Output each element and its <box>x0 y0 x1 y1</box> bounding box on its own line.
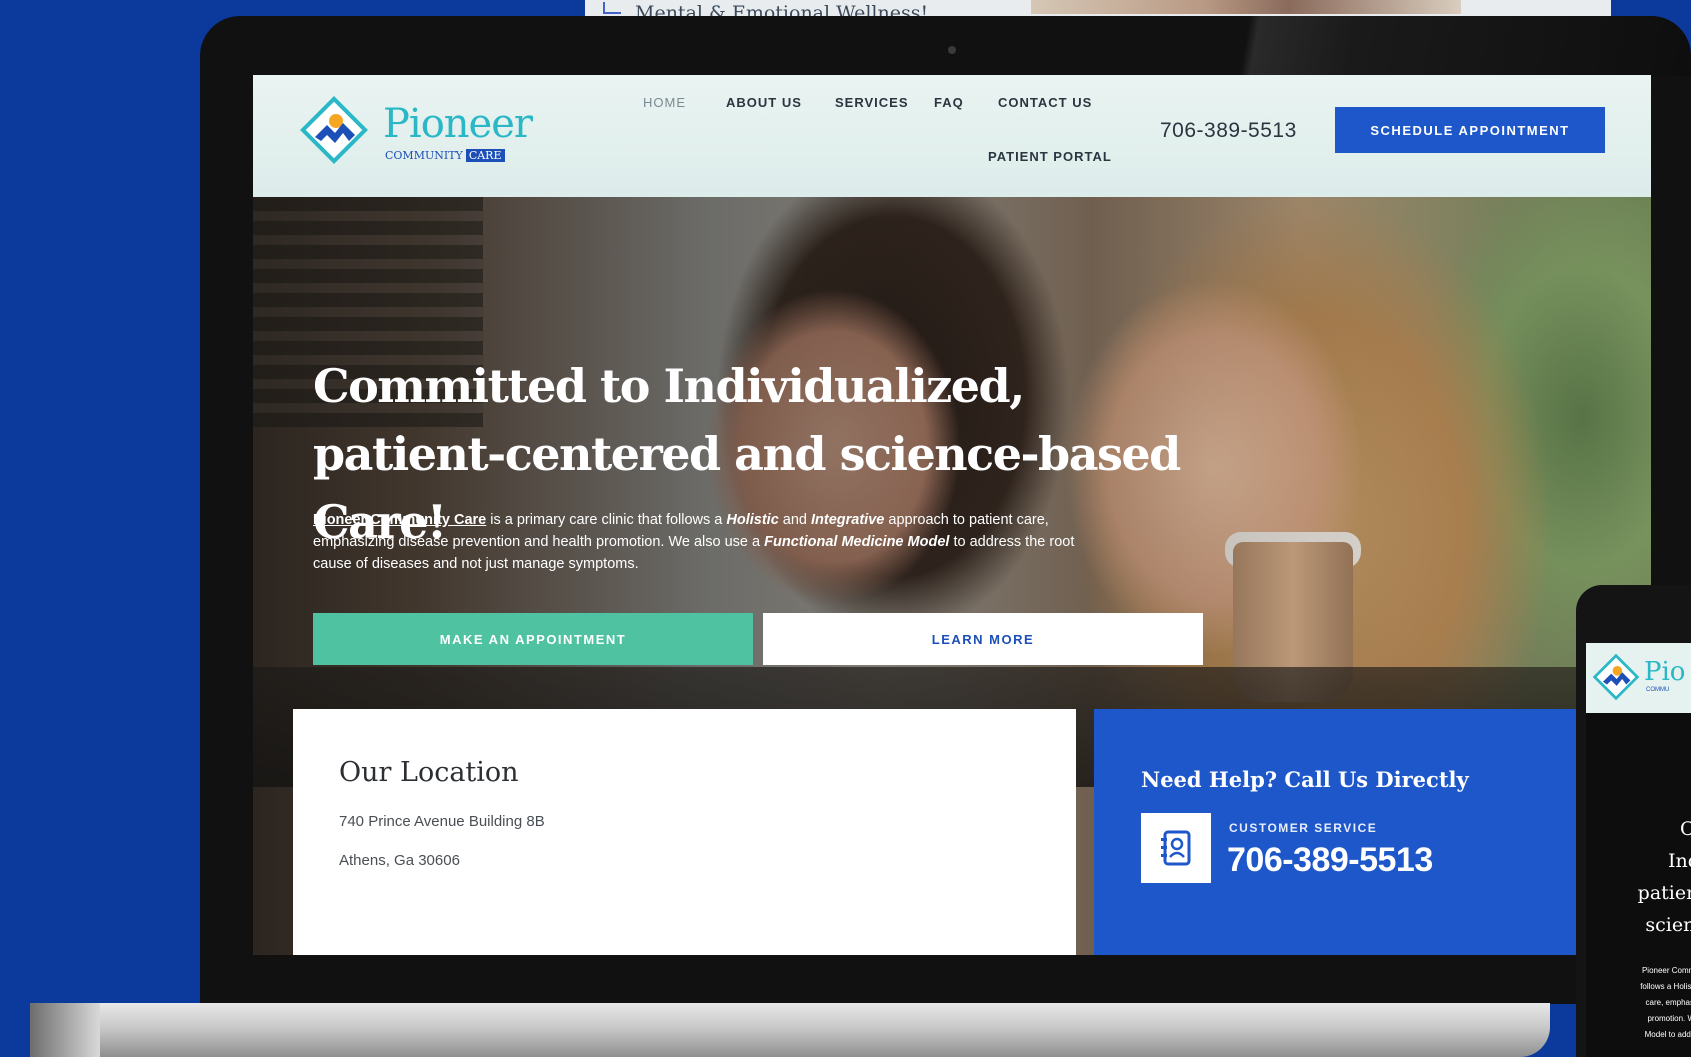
phone-screen: Pio COMMU Co Indi patient scienc Pioneer… <box>1586 643 1691 1057</box>
logo-care-badge: CARE <box>465 149 505 162</box>
phone-title-line: scienc <box>1645 914 1691 936</box>
nav-faq[interactable]: FAQ <box>934 95 964 110</box>
contact-book-svg <box>1161 830 1191 866</box>
camera-icon <box>948 46 956 54</box>
nav-home[interactable]: HOME <box>643 95 686 110</box>
address-line-2: Athens, Ga 30606 <box>339 852 460 869</box>
hero-body-part-1: is a primary care clinic that follows a <box>486 512 727 528</box>
phone-body-line: follows a Holistic a <box>1640 982 1691 991</box>
phone-hero-title: Co Indi patient scienc <box>1586 813 1691 941</box>
laptop-base-edge <box>30 1003 100 1057</box>
help-card: Need Help? Call Us Directly CUSTOMER SER… <box>1094 709 1651 955</box>
laptop-base <box>30 1003 1550 1057</box>
schedule-appointment-button[interactable]: SCHEDULE APPOINTMENT <box>1335 107 1605 153</box>
phone-body-line: promotion. We a <box>1647 1014 1691 1023</box>
logo-mark-icon <box>300 96 368 164</box>
phone-title-line: patient <box>1637 882 1691 904</box>
customer-service-phone[interactable]: 706-389-5513 <box>1227 841 1433 880</box>
phone-title-line: Co <box>1680 818 1691 840</box>
location-title: Our Location <box>339 757 519 788</box>
customer-service-label: CUSTOMER SERVICE <box>1229 821 1378 835</box>
logo-sub-text: COMMUNITY <box>385 149 463 162</box>
header-phone-number[interactable]: 706-389-5513 <box>1160 119 1297 143</box>
backdrop-photo <box>1031 0 1461 14</box>
contact-book-icon <box>1141 813 1211 883</box>
laptop-mockup: Pioneer COMMUNITY CARE HOME ABOUT US SERV… <box>200 16 1691 1021</box>
phone-body-line: Model to address <box>1644 1030 1691 1039</box>
phone-logo-wordmark: Pio <box>1644 657 1686 687</box>
hero-holistic: Holistic <box>726 512 779 528</box>
learn-more-button[interactable]: LEARN MORE <box>763 613 1203 665</box>
phone-logo-subtitle: COMMU <box>1646 687 1670 693</box>
nav-contact-us[interactable]: CONTACT US <box>998 95 1092 110</box>
nav-patient-portal[interactable]: PATIENT PORTAL <box>988 149 1112 164</box>
site-header: Pioneer COMMUNITY CARE HOME ABOUT US SERV… <box>253 75 1651 197</box>
backdrop-page-strip: Mental & Emotional Wellness! <box>585 0 1611 16</box>
hero-functional-medicine: Functional Medicine Model <box>764 534 950 550</box>
hero-integrative: Integrative <box>811 512 885 528</box>
checkbox-icon <box>603 2 621 14</box>
hero-title-line-1: Committed to Individualized, <box>313 359 1025 413</box>
phone-logo-icon <box>1592 653 1640 701</box>
hero-description: Pioneer Community Care is a primary care… <box>313 509 1113 575</box>
nav-services[interactable]: SERVICES <box>835 95 909 110</box>
laptop-screen: Pioneer COMMUNITY CARE HOME ABOUT US SERV… <box>253 75 1651 955</box>
phone-body-line: Pioneer Communi <box>1641 966 1691 975</box>
phone-site-header: Pio COMMU <box>1586 643 1691 713</box>
backdrop-partial-text: Mental & Emotional Wellness! <box>635 2 929 16</box>
hero-brand-link[interactable]: Pioneer Community Care <box>313 512 486 528</box>
laptop-reflection <box>1211 16 1691 76</box>
nav-about-us[interactable]: ABOUT US <box>726 95 802 110</box>
location-card: Our Location 740 Prince Avenue Building … <box>293 709 1076 955</box>
logo-subtitle: COMMUNITY CARE <box>385 149 505 162</box>
main-nav: HOME ABOUT US SERVICES FAQ CONTACT US PA… <box>643 95 1143 185</box>
address-line-1: 740 Prince Avenue Building 8B <box>339 813 545 830</box>
logo-wordmark: Pioneer <box>383 101 533 147</box>
phone-body-line: care, emphasizin <box>1645 998 1691 1007</box>
phone-mockup: Pio COMMU Co Indi patient scienc Pioneer… <box>1576 585 1691 1057</box>
hero-body-and: and <box>778 512 812 528</box>
help-title: Need Help? Call Us Directly <box>1141 767 1469 792</box>
site-logo[interactable]: Pioneer COMMUNITY CARE <box>295 87 533 177</box>
make-appointment-button[interactable]: MAKE AN APPOINTMENT <box>313 613 753 665</box>
phone-hero-body: Pioneer Communi follows a Holistic a car… <box>1586 963 1691 1043</box>
phone-title-line: Indi <box>1668 850 1691 872</box>
